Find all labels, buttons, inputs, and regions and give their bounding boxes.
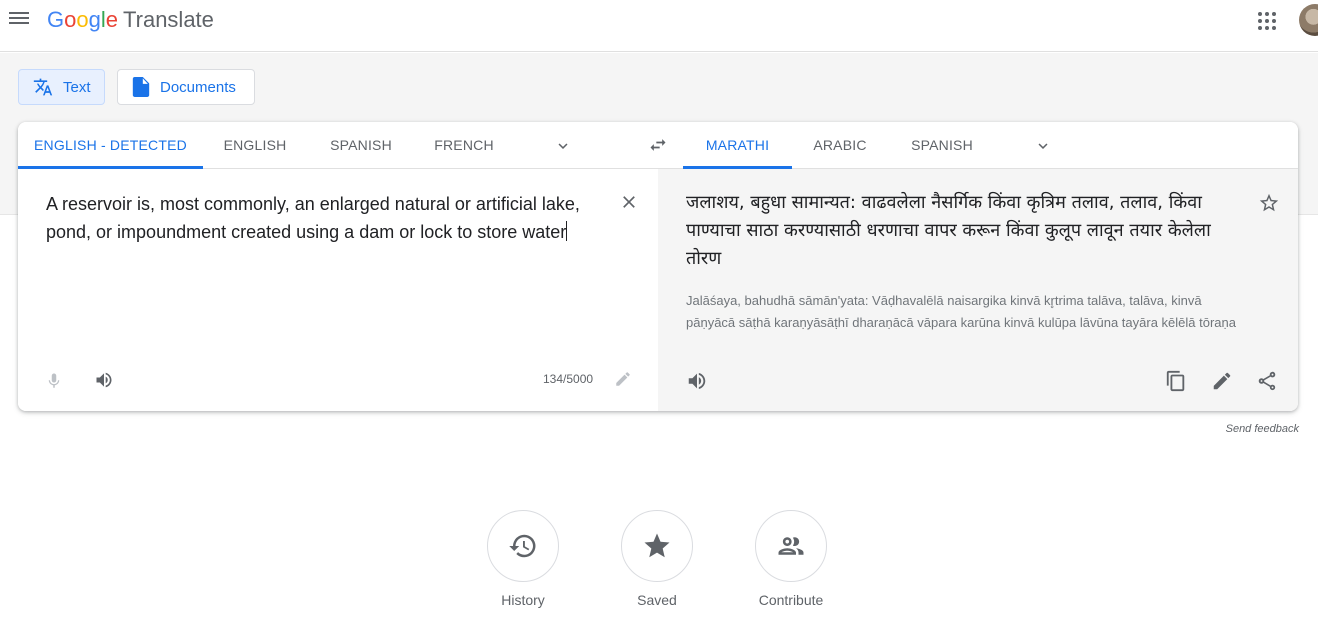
source-text: A reservoir is, most commonly, an enlarg… [46, 194, 580, 242]
speaker-icon[interactable] [686, 370, 708, 392]
logo-letter: o [76, 7, 89, 32]
translation-card: ENGLISH - DETECTED ENGLISH SPANISH FRENC… [18, 122, 1298, 411]
share-icon[interactable] [1256, 370, 1278, 392]
documents-mode-button[interactable]: Documents [117, 69, 255, 105]
logo-letter: g [88, 7, 101, 32]
contribute-circle [755, 510, 827, 582]
source-pane: A reservoir is, most commonly, an enlarg… [18, 169, 658, 411]
character-count: 134/5000 [543, 372, 594, 386]
documents-mode-label: Documents [160, 78, 236, 96]
account-avatar[interactable] [1299, 4, 1318, 36]
text-caret [566, 221, 568, 241]
translate-icon [33, 78, 53, 96]
history-button[interactable]: History [468, 510, 578, 608]
target-tab-spanish[interactable]: SPANISH [898, 122, 986, 169]
saved-label: Saved [637, 592, 677, 608]
target-tab-marathi[interactable]: MARATHI [683, 122, 792, 169]
apps-icon[interactable] [1258, 12, 1276, 30]
translated-text: जलाशय, बहुधा सामान्यत: वाढवलेला नैसर्गिक… [686, 192, 1211, 269]
close-icon[interactable] [619, 192, 639, 212]
pencil-icon[interactable] [1211, 370, 1233, 392]
chevron-down-icon[interactable] [1034, 137, 1052, 155]
swap-icon[interactable] [648, 135, 668, 155]
main-menu-button[interactable] [8, 9, 30, 31]
star-icon [644, 533, 670, 558]
saved-circle [621, 510, 693, 582]
product-name: Translate [123, 7, 214, 32]
pencil-icon [616, 372, 630, 386]
text-mode-button[interactable]: Text [18, 69, 105, 105]
contribute-icon [778, 537, 804, 555]
star-icon[interactable] [1258, 192, 1280, 214]
logo-letter: G [47, 7, 65, 32]
contribute-label: Contribute [758, 592, 824, 608]
source-tab-french[interactable]: FRENCH [424, 122, 504, 169]
history-label: History [501, 592, 545, 608]
source-tab-detected[interactable]: ENGLISH - DETECTED [18, 122, 203, 169]
contribute-button[interactable]: Contribute [736, 510, 846, 608]
text-mode-label: Text [63, 78, 91, 96]
google-translate-logo[interactable]: Google Translate [47, 6, 214, 34]
source-text-input[interactable]: A reservoir is, most commonly, an enlarg… [46, 190, 601, 246]
logo-letter: o [64, 7, 77, 32]
target-tab-arabic[interactable]: ARABIC [800, 122, 880, 169]
document-icon [132, 77, 150, 97]
logo-letter: e [105, 7, 119, 32]
target-pane: जलाशय, बहुधा सामान्यत: वाढवलेला नैसर्गिक… [658, 169, 1298, 411]
app-header: Google Translate [0, 0, 1318, 52]
history-icon [509, 534, 536, 558]
chevron-down-icon[interactable] [554, 137, 572, 155]
send-feedback-link[interactable]: Send feedback [1200, 423, 1299, 435]
language-bar: ENGLISH - DETECTED ENGLISH SPANISH FRENC… [18, 122, 1298, 169]
speaker-icon[interactable] [93, 370, 115, 390]
source-tab-spanish[interactable]: SPANISH [317, 122, 405, 169]
mic-icon [48, 373, 60, 388]
saved-button[interactable]: Saved [602, 510, 712, 608]
source-tab-english[interactable]: ENGLISH [211, 122, 299, 169]
copy-icon[interactable] [1165, 370, 1187, 392]
history-circle [487, 510, 559, 582]
transliteration-text: Jalāśaya, bahudhā sāmān'yata: Vāḍhavalēl… [686, 293, 1236, 330]
